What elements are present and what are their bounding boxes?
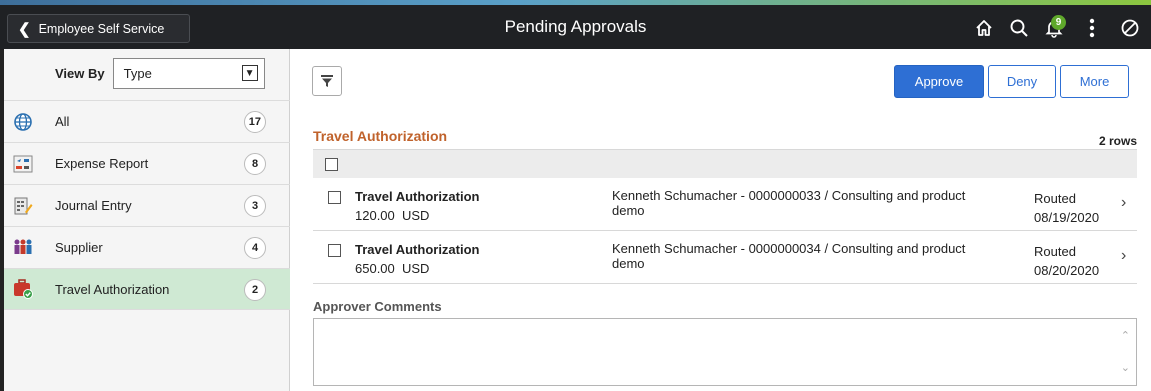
- view-by-select[interactable]: Type ▼: [112, 58, 265, 89]
- sidebar-item-label: Supplier: [55, 240, 103, 255]
- travel-authorization-icon: [12, 278, 34, 300]
- scroll-up-icon[interactable]: ⌃: [1121, 329, 1130, 342]
- sidebar-item-supplier[interactable]: Supplier 4: [0, 226, 290, 268]
- deny-button[interactable]: Deny: [988, 65, 1056, 98]
- chevron-right-icon[interactable]: ›: [1121, 247, 1126, 265]
- sidebar: View By Type ▼ All 17 Expense Report 8 J…: [0, 49, 290, 391]
- row-title: Travel Authorization: [355, 242, 480, 257]
- approver-comments-textarea[interactable]: ⌃ ⌄: [313, 318, 1137, 386]
- supplier-icon: [12, 237, 34, 259]
- count-badge: 3: [244, 195, 266, 217]
- globe-icon: [12, 111, 34, 133]
- view-by-value: Type: [123, 66, 152, 81]
- approver-comments-label: Approver Comments: [313, 299, 442, 314]
- count-badge: 4: [244, 237, 266, 259]
- row-checkbox[interactable]: [328, 191, 341, 204]
- row-date: 08/20/2020: [1034, 263, 1100, 278]
- filter-icon: [321, 74, 333, 87]
- bell-icon[interactable]: 9: [1040, 14, 1068, 42]
- chevron-left-icon: ❮: [18, 20, 31, 38]
- sidebar-item-journal-entry[interactable]: Journal Entry 3: [0, 184, 290, 226]
- row-date: 08/19/2020: [1034, 210, 1100, 225]
- select-all-checkbox[interactable]: [325, 158, 338, 171]
- row-amount: 650.00 USD: [355, 261, 430, 276]
- row-amount: 120.00 USD: [355, 208, 430, 223]
- search-icon[interactable]: [1005, 14, 1033, 42]
- notification-badge: 9: [1051, 15, 1066, 30]
- row-description: Kenneth Schumacher - 0000000033 / Consul…: [612, 188, 966, 218]
- expense-report-icon: [12, 153, 34, 175]
- sidebar-edge-divider: [0, 49, 4, 391]
- sidebar-item-label: Journal Entry: [55, 198, 132, 213]
- count-badge: 2: [244, 279, 266, 301]
- more-button[interactable]: More: [1060, 65, 1129, 98]
- table-row[interactable]: Travel Authorization 120.00 USD Kenneth …: [313, 179, 1137, 231]
- approve-button[interactable]: Approve: [894, 65, 984, 98]
- row-status: Routed: [1034, 191, 1076, 206]
- sidebar-item-travel-authorization[interactable]: Travel Authorization 2: [0, 268, 290, 310]
- row-status-block: Routed 08/20/2020: [1034, 242, 1099, 280]
- row-status: Routed: [1034, 244, 1076, 259]
- chevron-right-icon[interactable]: ›: [1121, 194, 1126, 212]
- row-status-block: Routed 08/19/2020: [1034, 189, 1099, 227]
- back-button[interactable]: ❮ Employee Self Service: [7, 14, 190, 43]
- sidebar-item-label: Travel Authorization: [55, 281, 170, 297]
- kebab-menu-icon[interactable]: [1078, 14, 1106, 42]
- sidebar-item-label: Expense Report: [55, 156, 149, 171]
- back-button-label: Employee Self Service: [38, 21, 165, 36]
- header-banner: ❮ Employee Self Service Pending Approval…: [0, 5, 1151, 49]
- row-title: Travel Authorization: [355, 189, 480, 204]
- row-count: 2 rows: [1098, 134, 1137, 148]
- scroll-down-icon[interactable]: ⌄: [1121, 361, 1130, 374]
- row-description: Kenneth Schumacher - 0000000034 / Consul…: [612, 241, 966, 271]
- sidebar-item-expense-report[interactable]: Expense Report 8: [0, 142, 290, 184]
- grid-header: [313, 149, 1137, 178]
- main-content: Approve Deny More Travel Authorization 2…: [290, 49, 1151, 391]
- home-icon[interactable]: [970, 14, 998, 42]
- category-list: All 17 Expense Report 8 Journal Entry 3 …: [0, 100, 290, 310]
- nav-bar-icon[interactable]: [1116, 14, 1144, 42]
- view-by-group: View By Type ▼: [55, 58, 265, 89]
- grid-title: Travel Authorization: [313, 128, 448, 144]
- count-badge: 17: [243, 111, 266, 133]
- table-row[interactable]: Travel Authorization 650.00 USD Kenneth …: [313, 232, 1137, 284]
- row-checkbox[interactable]: [328, 244, 341, 257]
- count-badge: 8: [244, 153, 266, 175]
- filter-button[interactable]: [312, 66, 342, 96]
- sidebar-item-label: All: [55, 114, 70, 129]
- view-by-label: View By: [55, 66, 105, 81]
- chevron-down-icon: ▼: [241, 65, 258, 81]
- sidebar-item-all[interactable]: All 17: [0, 100, 290, 142]
- journal-entry-icon: [12, 195, 34, 217]
